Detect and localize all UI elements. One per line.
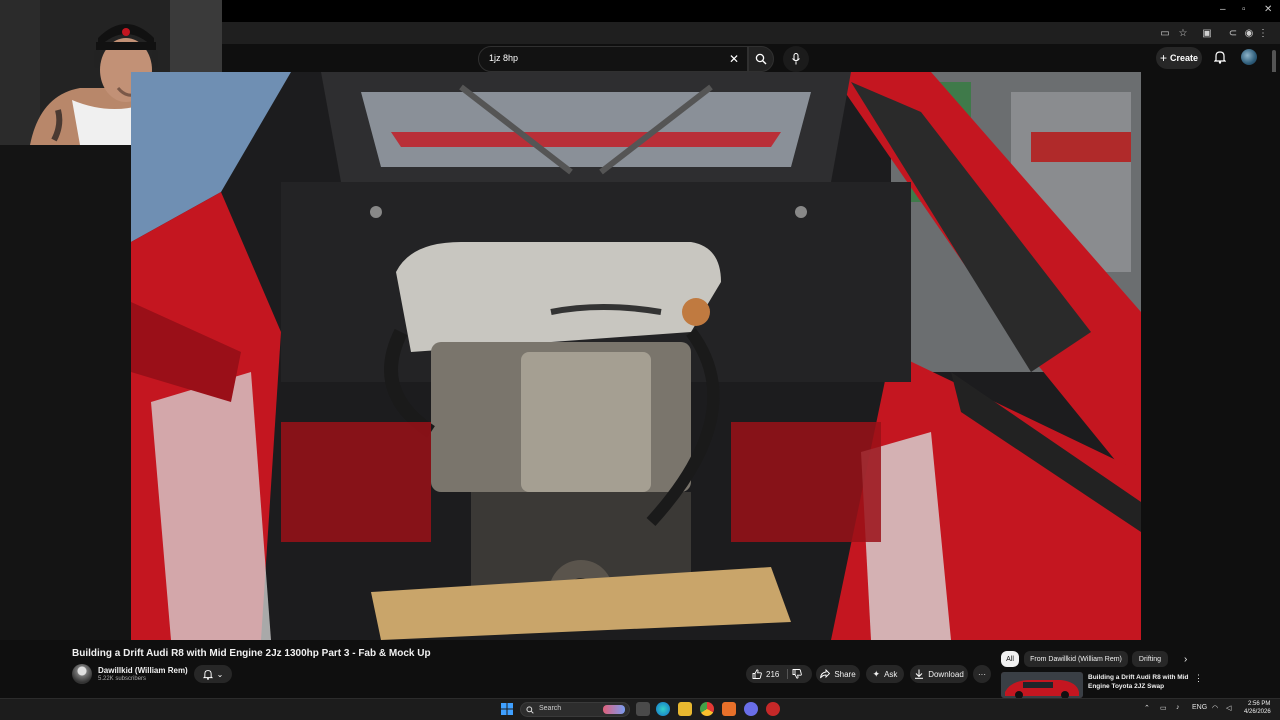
subscriber-count: 5.22K subscribers xyxy=(98,676,147,682)
recommendation-title[interactable]: Building a Drift Audi R8 with Mid Engine… xyxy=(1088,673,1194,691)
search-input[interactable]: 1jz 8hp ✕ xyxy=(478,46,748,72)
ask-button[interactable]: ✦ Ask xyxy=(866,665,904,683)
more-icon: ··· xyxy=(978,669,986,679)
recommendation-menu-icon[interactable]: ⋮ xyxy=(1194,673,1203,684)
ask-label: Ask xyxy=(884,669,898,679)
recommendation-thumbnail[interactable] xyxy=(1001,672,1083,698)
chip-all[interactable]: All xyxy=(1001,651,1019,667)
search-icon xyxy=(526,706,534,714)
browser-menu-icon[interactable]: ⋮ xyxy=(1256,26,1270,40)
browser-toolbar: ▭ ☆ ▣ ⊂ ◉ ⋮ xyxy=(222,22,1280,44)
like-dislike-group: 216 xyxy=(746,665,812,683)
video-player[interactable] xyxy=(131,72,1141,640)
dislike-button[interactable] xyxy=(792,669,802,681)
profile-avatar[interactable] xyxy=(1241,49,1257,65)
youtube-header: 1jz 8hp ✕ + Create xyxy=(222,44,1280,270)
search-highlight-icon xyxy=(603,705,625,714)
taskbar-search-box[interactable]: Search xyxy=(520,702,630,717)
minimize-button[interactable]: – xyxy=(1220,4,1226,15)
plus-icon: + xyxy=(1159,51,1167,65)
windows-taskbar: Search ⌃ ▭ ♪ ENG ◠ ◁ 2:56 PM 4/26/2026 xyxy=(0,698,1280,720)
clock-date[interactable]: 4/26/2026 xyxy=(1244,709,1271,715)
app-icon-orange[interactable] xyxy=(722,702,736,716)
tray-chevron-icon[interactable]: ⌃ xyxy=(1144,704,1150,712)
chip-drifting[interactable]: Drifting xyxy=(1132,651,1168,667)
chevron-right-icon[interactable]: › xyxy=(1184,654,1187,665)
file-explorer-icon[interactable] xyxy=(678,702,692,716)
download-button[interactable]: Download xyxy=(910,665,968,683)
right-dark-area xyxy=(1141,72,1280,640)
mic-icon[interactable]: ♪ xyxy=(1176,704,1180,711)
dislike-icon xyxy=(792,669,802,679)
extensions-icon[interactable]: ▣ xyxy=(1200,26,1214,40)
more-actions-button[interactable]: ··· xyxy=(973,665,991,683)
voice-search-button[interactable] xyxy=(783,46,809,72)
mic-icon xyxy=(792,53,800,65)
like-divider xyxy=(787,669,788,679)
clear-search-icon[interactable]: ✕ xyxy=(729,52,739,66)
maximize-button[interactable]: ▫ xyxy=(1242,4,1246,15)
extension-icon-1[interactable]: ⊂ xyxy=(1226,26,1240,40)
recommendation-thumbnail-image xyxy=(1001,672,1083,698)
channel-name[interactable]: Dawillkid (William Rem) xyxy=(98,666,188,675)
share-label: Share xyxy=(834,669,856,679)
video-title: Building a Drift Audi R8 with Mid Engine… xyxy=(72,648,431,659)
language-indicator[interactable]: ENG xyxy=(1192,704,1207,711)
bookmark-star-icon[interactable]: ☆ xyxy=(1176,26,1190,40)
create-button[interactable]: + Create xyxy=(1156,47,1202,69)
clock-time[interactable]: 2:56 PM xyxy=(1248,701,1270,707)
close-window-button[interactable]: ✕ xyxy=(1264,4,1272,15)
bell-icon[interactable] xyxy=(1214,50,1226,64)
windows-icon[interactable] xyxy=(500,702,514,716)
chip-from-channel[interactable]: From Dawillkid (William Rem) xyxy=(1024,651,1128,667)
discord-icon[interactable] xyxy=(744,702,758,716)
share-button[interactable]: Share xyxy=(816,665,860,683)
cast-icon[interactable]: ▭ xyxy=(1158,26,1172,40)
download-icon xyxy=(915,669,924,679)
search-button[interactable] xyxy=(748,46,774,72)
channel-avatar[interactable] xyxy=(72,664,92,684)
share-icon xyxy=(820,669,831,679)
taskbar-search-label: Search xyxy=(539,705,562,712)
video-info-section: Building a Drift Audi R8 with Mid Engine… xyxy=(0,640,1280,698)
search-query[interactable]: 1jz 8hp xyxy=(489,53,518,63)
download-label: Download xyxy=(928,669,964,679)
wifi-icon[interactable]: ◠ xyxy=(1212,704,1218,712)
chevron-down-icon: ⌄ xyxy=(216,669,224,679)
video-frame-engine-bay xyxy=(131,72,1141,640)
network-icon[interactable]: ▭ xyxy=(1160,704,1167,712)
app-icon-red[interactable] xyxy=(766,702,780,716)
bell-icon xyxy=(202,669,213,680)
search-icon xyxy=(755,53,767,65)
volume-icon[interactable]: ◁ xyxy=(1226,704,1231,712)
like-count[interactable]: 216 xyxy=(766,670,779,679)
edge-icon[interactable] xyxy=(656,702,670,716)
task-view-icon[interactable] xyxy=(636,702,650,716)
ask-icon: ✦ xyxy=(872,668,881,679)
chrome-icon[interactable] xyxy=(700,702,714,716)
create-label: Create xyxy=(1170,53,1199,63)
notification-bell-button[interactable]: ⌄ xyxy=(194,665,232,683)
like-icon[interactable] xyxy=(752,669,762,679)
extension-icon-2[interactable]: ◉ xyxy=(1242,26,1256,40)
